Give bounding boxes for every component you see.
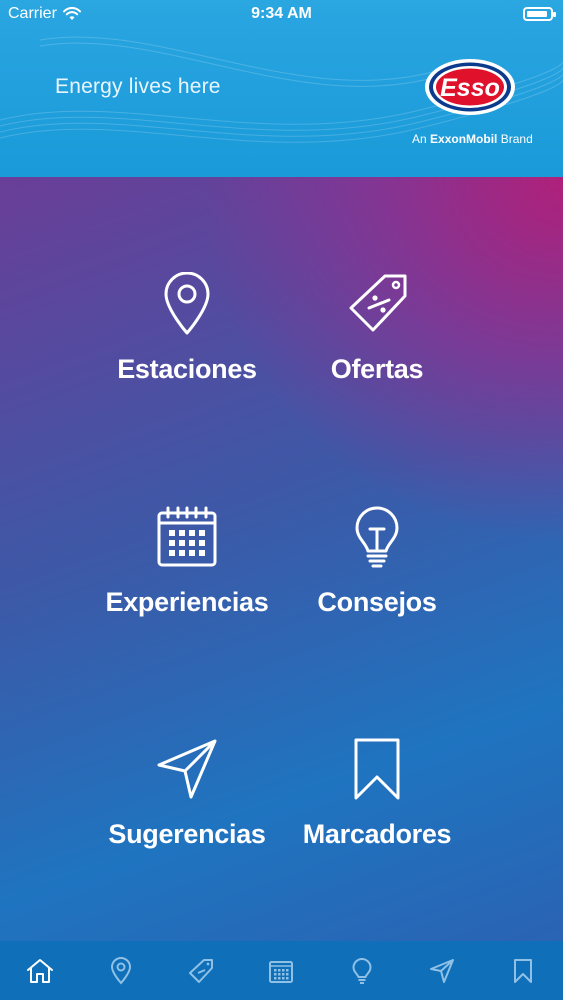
status-bar: Carrier 9:34 AM: [0, 0, 563, 30]
brand-name: ExxonMobil: [430, 132, 498, 146]
bookmark-icon: [354, 738, 400, 800]
brand-suffix: Brand: [500, 132, 533, 146]
brand-line: An ExxonMobil Brand: [412, 132, 533, 146]
location-pin-icon: [164, 272, 210, 335]
price-tag-icon: [349, 274, 407, 332]
calendar-icon: [157, 506, 217, 567]
tagline: Energy lives here: [55, 75, 221, 98]
menu-tile-ofertas[interactable]: Ofertas: [272, 272, 482, 385]
tab-home[interactable]: [15, 946, 65, 996]
menu-tile-experiencias[interactable]: Experiencias: [82, 505, 292, 618]
main-menu: Estaciones Ofertas Experiencias Consejos…: [0, 177, 563, 941]
status-time: 9:34 AM: [251, 5, 312, 22]
lightbulb-icon: [352, 957, 372, 984]
app-header: Carrier 9:34 AM Energy lives here Esso A…: [0, 0, 563, 177]
home-icon: [27, 958, 54, 983]
menu-tile-estaciones[interactable]: Estaciones: [82, 272, 292, 385]
menu-label-ofertas: Ofertas: [330, 354, 424, 384]
menu-label-consejos: Consejos: [317, 587, 437, 617]
logo-text: Esso: [440, 74, 500, 102]
menu-label-estaciones: Estaciones: [117, 354, 257, 384]
menu-tile-sugerencias[interactable]: Sugerencias: [82, 737, 292, 850]
send-icon: [430, 958, 455, 983]
price-tag-icon: [189, 958, 214, 983]
menu-label-marcadores: Marcadores: [302, 819, 452, 849]
brand-prefix: An: [412, 132, 427, 146]
tab-marcadores[interactable]: [498, 946, 548, 996]
battery-icon: [523, 7, 556, 21]
menu-tile-consejos[interactable]: Consejos: [272, 505, 482, 618]
lightbulb-icon: [355, 506, 399, 568]
menu-tile-marcadores[interactable]: Marcadores: [272, 737, 482, 850]
tab-ofertas[interactable]: [176, 946, 226, 996]
bookmark-icon: [513, 958, 532, 983]
tab-sugerencias[interactable]: [417, 946, 467, 996]
send-icon: [157, 739, 217, 799]
calendar-icon: [269, 960, 294, 983]
menu-label-experiencias: Experiencias: [105, 587, 269, 617]
tab-estaciones[interactable]: [96, 946, 146, 996]
location-pin-icon: [110, 956, 131, 984]
menu-label-sugerencias: Sugerencias: [108, 819, 266, 849]
tab-bar: [0, 941, 563, 1000]
tab-consejos[interactable]: [337, 946, 387, 996]
esso-logo[interactable]: Esso: [424, 58, 516, 116]
tab-experiencias[interactable]: [256, 946, 306, 996]
